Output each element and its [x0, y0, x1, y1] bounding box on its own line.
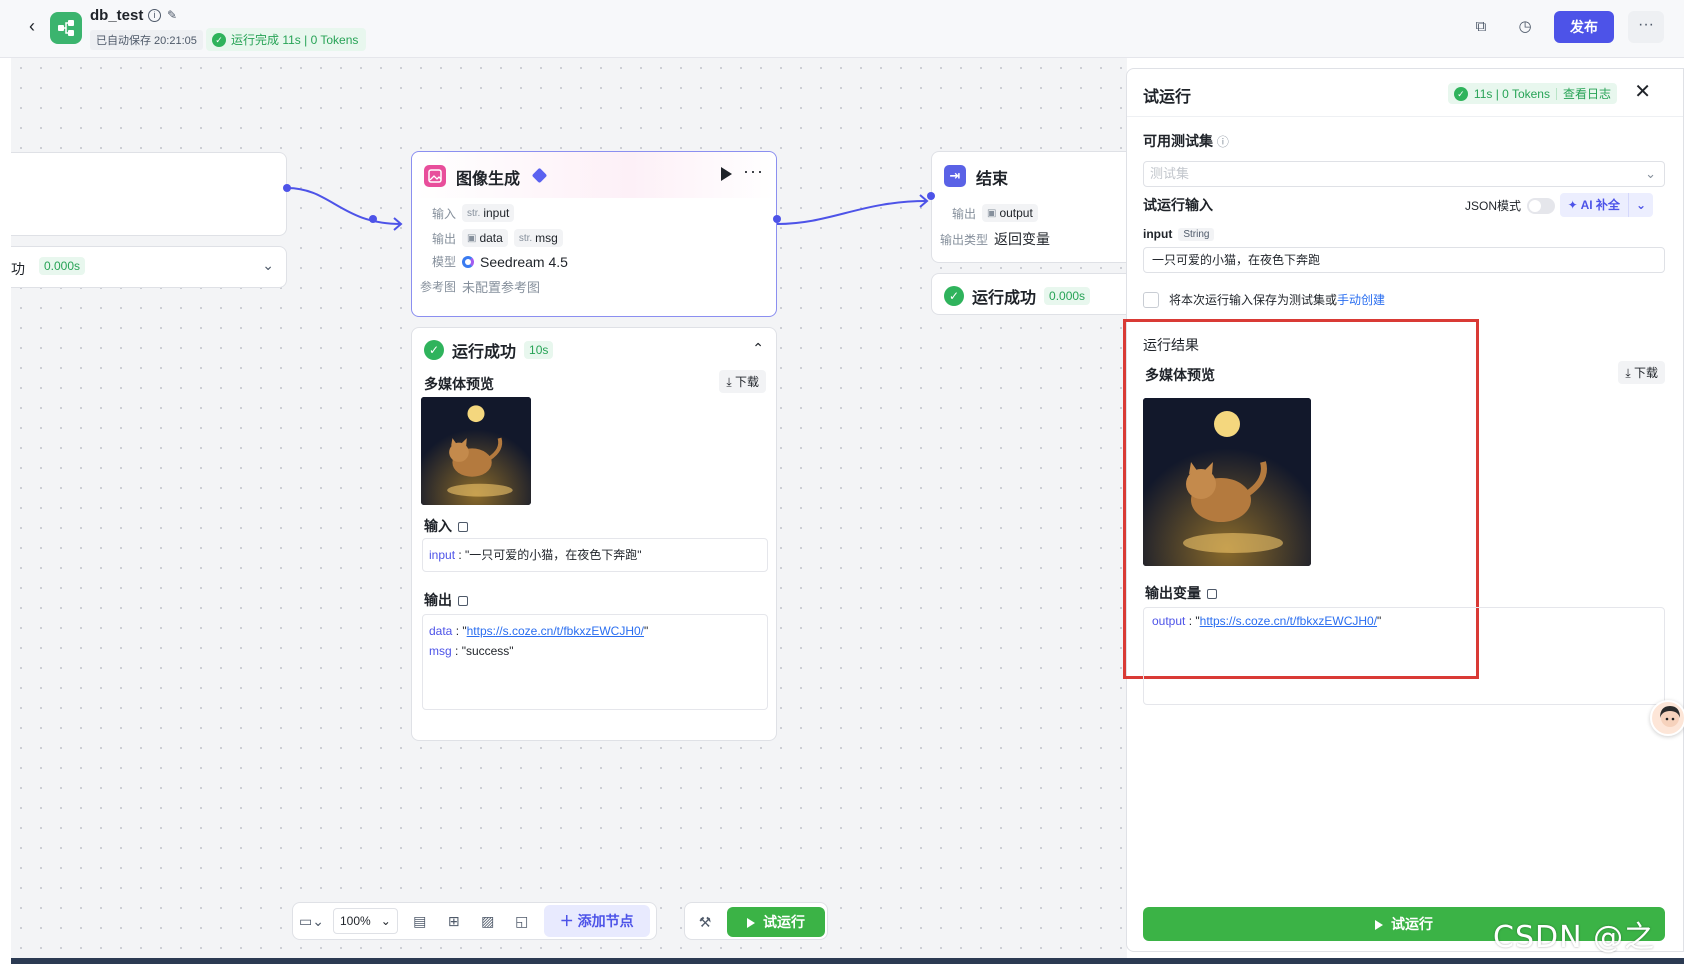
copy-icon[interactable]: ⧉	[1466, 12, 1496, 42]
add-node-button[interactable]: ＋ 添加节点	[543, 905, 650, 937]
comment-icon[interactable]: ▤	[408, 909, 432, 933]
manual-create-link[interactable]: 手动创建	[1337, 293, 1385, 307]
output-msg-chip: str. msg	[513, 229, 563, 247]
output-data-chip: ▣ data	[462, 229, 508, 247]
publish-button[interactable]: 发布	[1554, 11, 1614, 43]
output-code-box: data : "https://s.coze.cn/t/fbkxzEWCJH0/…	[422, 614, 768, 710]
back-arrow-icon[interactable]: ‹	[22, 16, 42, 36]
canvas-toolbar: ▭⌄ 100% ⌄ ▤ ⊞ ▨ ◱ ＋ 添加节点	[292, 902, 657, 940]
workflow-canvas[interactable]: 功 0.000s ⌄ 图像生成 ··· 输入 str. input 输出 ▣ dat…	[11, 58, 1131, 958]
node-output-row: 输出 ▣ data str. msg	[424, 229, 563, 247]
info-icon: ⓘ	[1216, 135, 1229, 149]
workflow-app-icon	[50, 12, 82, 44]
fit-view-icon[interactable]: ◱	[510, 909, 534, 933]
panel-status-badge: ✓ 11s | 0 Tokens 查看日志	[1447, 83, 1617, 104]
node-more-icon[interactable]: ···	[743, 161, 764, 182]
view-log-link[interactable]: 查看日志	[1563, 85, 1611, 102]
left-edge	[0, 58, 11, 964]
top-bar: ‹ db_test i ✎ 已自动保存 20:21:05 ✓ 运行完成 11s …	[0, 0, 1684, 58]
autosave-status: 已自动保存 20:21:05	[90, 30, 203, 50]
model-logo-icon	[462, 255, 474, 268]
minimap-icon[interactable]: ▭⌄	[299, 909, 324, 933]
end-output-chip: ▣ output	[982, 204, 1038, 222]
generated-cat-image[interactable]	[1143, 398, 1311, 566]
output-variable-box: output : "https://s.coze.cn/t/fbkxzEWCJH…	[1143, 607, 1665, 705]
end-node-status[interactable]: ✓ 运行成功 0.000s	[931, 273, 1131, 315]
history-icon[interactable]: ◷	[1510, 12, 1540, 42]
image-node-title: 图像生成	[456, 171, 521, 188]
testset-select[interactable]: 测试集 ⌄	[1143, 161, 1665, 187]
input-var-chip: str. input	[462, 204, 515, 222]
end-node-input-port[interactable]	[927, 192, 935, 200]
save-testset-checkbox[interactable]	[1143, 291, 1159, 308]
bottom-status-strip	[11, 958, 1684, 964]
info-icon[interactable]: i	[148, 9, 161, 22]
edit-icon[interactable]: ✎	[167, 9, 180, 22]
image-generation-node[interactable]: 图像生成 ··· 输入 str. input 输出 ▣ data str. msg 模…	[411, 151, 777, 317]
close-icon[interactable]: ✕	[1634, 79, 1651, 104]
image-node-output-port[interactable]	[773, 215, 781, 223]
layout-grid-icon[interactable]: ⊞	[442, 909, 466, 933]
end-node-icon: ⇥	[944, 165, 966, 187]
check-icon: ✓	[1453, 86, 1468, 101]
success-check-icon: ✓	[424, 340, 444, 360]
start-status-time: 0.000s	[39, 257, 86, 275]
ai-fill-button[interactable]: ✦ AI 补全 ⌄	[1559, 193, 1653, 217]
output-link[interactable]: https://s.coze.cn/t/fbkxzEWCJH0/	[467, 624, 644, 638]
image-node-icon	[424, 165, 446, 187]
panel-title: 试运行	[1143, 89, 1192, 106]
assistant-avatar[interactable]	[1650, 700, 1684, 736]
start-status-label: 功	[11, 261, 25, 277]
test-run-panel: 试运行 ✓ 11s | 0 Tokens 查看日志 ✕ 可用测试集 ⓘ 测试集 ⌄…	[1123, 68, 1684, 952]
download-button[interactable]: ⤓ 下载	[719, 370, 766, 393]
input-code-box: input : "一只可爱的小猫，在夜色下奔跑"	[422, 538, 768, 572]
zoom-select[interactable]: 100% ⌄	[333, 908, 398, 934]
copy-icon[interactable]	[1207, 589, 1217, 600]
chevron-down-icon[interactable]: ⌄	[262, 257, 274, 274]
chevron-down-icon: ⌄	[1635, 198, 1646, 212]
end-node[interactable]: ⇥ 结束 输出 ▣ output 输出类型 返回变量	[931, 151, 1131, 263]
image-icon[interactable]: ▨	[476, 909, 500, 933]
wrench-icon[interactable]: ⚒	[693, 910, 717, 934]
run-status-badge[interactable]: ✓ 运行完成 11s | 0 Tokens	[206, 28, 367, 51]
generated-cat-image[interactable]	[421, 397, 531, 505]
image-node-input-port[interactable]	[369, 215, 377, 223]
start-node-status[interactable]: 功 0.000s ⌄	[11, 246, 287, 288]
end-node-title: 结束	[976, 171, 1009, 188]
node-model-row: 模型 Seedream 4.5	[431, 253, 568, 270]
success-check-icon: ✓	[944, 286, 964, 306]
image-node-result: ✓ 运行成功 10s ⌃ 多媒体预览 ⤓ 下载 输入 input : "一只可爱…	[411, 327, 777, 741]
node-ref-row: 参考图 未配置参考图	[419, 280, 541, 295]
check-icon: ✓	[212, 32, 226, 47]
copy-icon[interactable]	[458, 596, 468, 607]
app-title: db_test	[90, 7, 144, 24]
copy-icon[interactable]	[458, 522, 468, 533]
json-mode-toggle[interactable]: JSON模式	[1465, 197, 1555, 214]
toolbar-test-run-button[interactable]: 试运行	[727, 907, 825, 937]
start-output-port[interactable]	[283, 184, 291, 192]
watermark: CSDN @之歆	[1493, 920, 1656, 955]
start-node[interactable]	[11, 152, 287, 236]
input-field[interactable]: 一只可爱的小猫，在夜色下奔跑	[1143, 247, 1665, 273]
run-node-play-icon[interactable]	[721, 167, 732, 181]
run-toolbar: ⚒ 试运行	[684, 902, 828, 940]
run-status-text: 运行完成 11s | 0 Tokens	[231, 33, 359, 47]
chevron-up-icon[interactable]: ⌃	[752, 340, 764, 357]
node-input-row: 输入 str. input	[424, 204, 515, 222]
output-link[interactable]: https://s.coze.cn/t/fbkxzEWCJH0/	[1200, 614, 1377, 628]
more-options-icon[interactable]: ···	[1628, 11, 1664, 43]
download-button[interactable]: ⤓ 下载	[1618, 361, 1665, 384]
